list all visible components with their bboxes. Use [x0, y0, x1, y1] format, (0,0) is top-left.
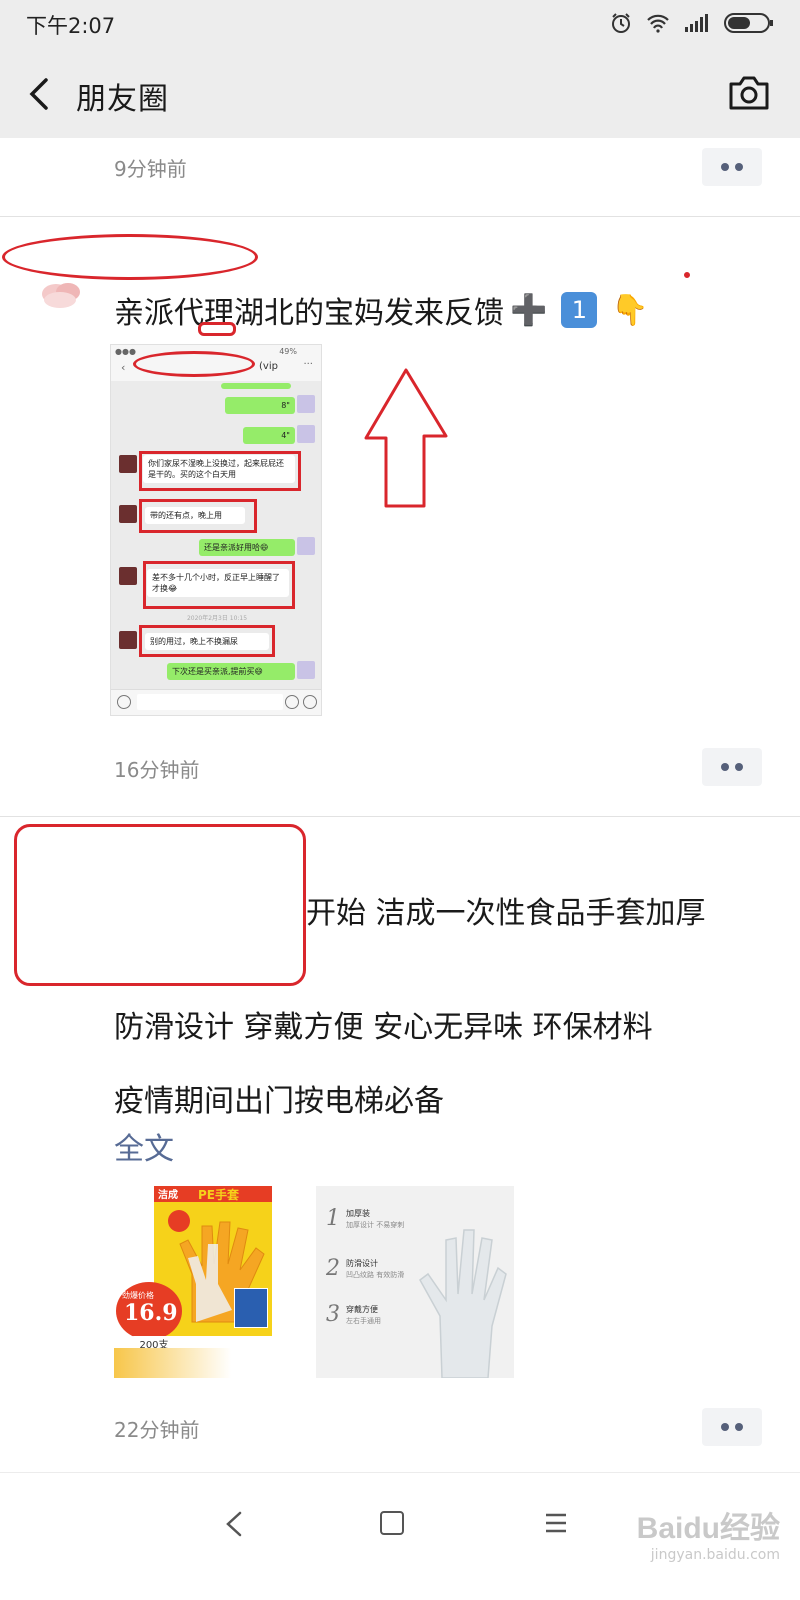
chat-bubble: 还是亲派好用哈😄: [199, 539, 295, 556]
system-nav-bar: Baidu经验 jingyan.baidu.com: [0, 1472, 800, 1600]
chat-avatar: [297, 425, 315, 443]
more-actions-button[interactable]: [702, 148, 762, 186]
chat-bubble: 8": [225, 397, 295, 414]
keycap-one-emoji: 1: [561, 292, 598, 328]
page-title: 朋友圈: [76, 82, 169, 117]
dot-icon: [735, 763, 743, 771]
arrow-up-annotation: [364, 368, 448, 508]
signal-text: ●●●: [115, 347, 136, 356]
chat-avatar: [297, 661, 315, 679]
chat-bubble: 下次还是买亲派,提前买😄: [167, 663, 295, 680]
redaction-box: [14, 824, 306, 986]
redaction-mark: [2, 234, 258, 280]
chevron-left-icon[interactable]: [22, 74, 58, 114]
post-timestamp: 9分钟前: [114, 157, 187, 181]
chat-input-bar: [111, 689, 321, 715]
chat-avatar: [297, 395, 315, 413]
home-icon[interactable]: [380, 1511, 404, 1535]
dot-icon: [735, 163, 743, 171]
post-image-product[interactable]: 洁成 PE手套 劲爆价格 16.9 200支: [114, 1186, 310, 1378]
chat-avatar: [119, 631, 137, 649]
redaction-mark: [198, 322, 236, 336]
dot-icon: [721, 163, 729, 171]
chat-bubble: [221, 383, 291, 389]
chat-more-icon: ···: [303, 359, 313, 370]
post-text-line: 疫情期间出门按电梯必备: [114, 1084, 444, 1119]
redaction-mark: [133, 351, 255, 377]
chat-avatar: [119, 505, 137, 523]
package-bottom: [114, 1348, 310, 1378]
status-time: 下午2:07: [26, 14, 116, 38]
price-badge: 劲爆价格 16.9: [116, 1282, 182, 1340]
chef-badge: [234, 1288, 268, 1328]
full-text-link[interactable]: 全文: [114, 1124, 174, 1168]
highlight-box: [139, 499, 257, 533]
post-text: 亲派代理湖北的宝妈发来反馈: [114, 296, 504, 331]
plus-icon: [303, 695, 317, 709]
package-header: 洁成 PE手套: [154, 1186, 272, 1202]
menu-icon[interactable]: [544, 1511, 568, 1535]
plus-emoji: ➕: [510, 292, 548, 328]
avatar[interactable]: [38, 276, 86, 312]
status-bar: 下午2:07: [0, 0, 800, 48]
glove-hand-graphic: [419, 1229, 507, 1378]
red-dot: [684, 272, 690, 278]
signal-icon: [685, 14, 708, 32]
post-text-line: 开始 洁成一次性食品手套加厚: [306, 896, 706, 931]
post-timestamp: 16分钟前: [114, 758, 200, 782]
pointing-down-emoji: 👇: [611, 292, 649, 328]
chat-back-icon: ‹: [121, 361, 126, 374]
highlight-box: [139, 451, 301, 491]
chat-battery: 49%: [279, 347, 297, 356]
chat-date: 2020年2月3日 10:15: [186, 615, 248, 622]
chat-avatar: [119, 455, 137, 473]
chat-input: [137, 694, 283, 710]
chat-bubble: 4": [243, 427, 295, 444]
watermark: Baidu经验 jingyan.baidu.com: [636, 1512, 780, 1563]
dot-icon: [721, 1423, 729, 1431]
highlight-box: [139, 625, 275, 657]
chat-contact-suffix: (vip: [259, 361, 278, 372]
chat-avatar: [297, 537, 315, 555]
nav-bar: 朋友圈: [0, 48, 800, 138]
more-actions-button[interactable]: [702, 748, 762, 786]
voice-icon: [117, 695, 131, 709]
more-actions-button[interactable]: [702, 1408, 762, 1446]
post-text-line: 防滑设计 穿戴方便 安心无异味 环保材料: [114, 1010, 653, 1045]
alarm-icon: [612, 13, 630, 33]
divider: [0, 216, 800, 217]
highlight-box: [143, 561, 295, 609]
wifi-icon: [647, 14, 669, 33]
camera-icon[interactable]: [728, 74, 770, 112]
battery-icon: [724, 13, 773, 33]
post-image-chat-screenshot[interactable]: ●●● 49% ‹ (vip ··· 8" 4" 你们家尿不湿晚上没换过，起来屁…: [110, 344, 322, 716]
dot-icon: [735, 1423, 743, 1431]
divider: [0, 816, 800, 817]
chat-avatar: [119, 567, 137, 585]
post-timestamp: 22分钟前: [114, 1418, 200, 1442]
emoji-icon: [285, 695, 299, 709]
back-icon[interactable]: [222, 1509, 246, 1539]
post-image-features[interactable]: 1 加厚装 加厚设计 不易穿刺 2 防滑设计 凹凸纹路 有效防滑 3 穿戴方便 …: [316, 1186, 514, 1378]
dot-icon: [721, 763, 729, 771]
